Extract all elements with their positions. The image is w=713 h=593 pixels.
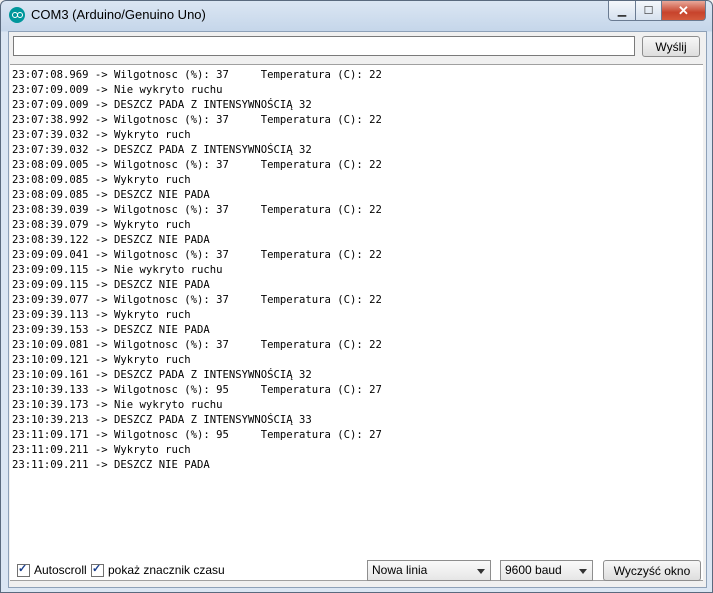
serial-line: 23:08:39.122 -> DESZCZ NIE PADA [12, 234, 210, 246]
send-button[interactable]: Wyślij [642, 36, 700, 57]
maximize-button[interactable]: ☐ [636, 1, 662, 21]
close-button[interactable]: ✕ [662, 1, 706, 21]
serial-line: 23:11:09.211 -> Wykryto ruch [12, 444, 191, 456]
send-input[interactable] [13, 36, 635, 56]
checkmark-icon [17, 562, 30, 577]
minimize-icon: ▁ [617, 5, 627, 17]
serial-line: 23:10:39.133 -> Wilgotnosc (%): 95 Tempe… [12, 384, 382, 396]
serial-line: 23:09:09.115 -> Nie wykryto ruchu [12, 264, 223, 276]
serial-line: 23:10:09.081 -> Wilgotnosc (%): 37 Tempe… [12, 339, 382, 351]
clear-output-button[interactable]: Wyczyść okno [603, 560, 701, 581]
serial-line: 23:10:09.121 -> Wykryto ruch [12, 354, 191, 366]
serial-line: 23:08:39.079 -> Wykryto ruch [12, 219, 191, 231]
baud-rate-select[interactable]: 9600 baud [500, 560, 593, 581]
serial-line: 23:10:39.173 -> Nie wykryto ruchu [12, 399, 223, 411]
minimize-button[interactable]: ▁ [608, 1, 636, 21]
chevron-down-icon [579, 569, 587, 574]
timestamp-label: pokaż znacznik czasu [108, 563, 225, 577]
serial-line: 23:10:39.213 -> DESZCZ PADA Z INTENSYWNO… [12, 414, 312, 426]
serial-line: 23:11:09.171 -> Wilgotnosc (%): 95 Tempe… [12, 429, 382, 441]
line-ending-value: Nowa linia [372, 563, 428, 577]
serial-line: 23:09:39.113 -> Wykryto ruch [12, 309, 191, 321]
close-icon: ✕ [678, 2, 689, 18]
arduino-icon [9, 7, 25, 23]
serial-line: 23:09:39.077 -> Wilgotnosc (%): 37 Tempe… [12, 294, 382, 306]
serial-line: 23:07:08.969 -> Wilgotnosc (%): 37 Tempe… [12, 69, 382, 81]
serial-line: 23:07:38.992 -> Wilgotnosc (%): 37 Tempe… [12, 114, 382, 126]
chevron-down-icon [477, 569, 485, 574]
serial-line: 23:07:09.009 -> Nie wykryto ruchu [12, 84, 223, 96]
serial-line: 23:09:39.153 -> DESZCZ NIE PADA [12, 324, 210, 336]
maximize-icon: ☐ [643, 5, 654, 17]
footer-bar: Autoscroll pokaż znacznik czasu Nowa lin… [9, 556, 706, 587]
window-controls: ▁ ☐ ✕ [608, 1, 706, 21]
baud-rate-value: 9600 baud [505, 563, 562, 577]
autoscroll-label: Autoscroll [34, 563, 87, 577]
serial-line: 23:11:09.211 -> DESZCZ NIE PADA [12, 459, 210, 471]
serial-output-lines: 23:07:08.969 -> Wilgotnosc (%): 37 Tempe… [10, 65, 703, 473]
title-bar[interactable]: COM3 (Arduino/Genuino Uno) ▁ ☐ ✕ [1, 1, 712, 31]
serial-output[interactable]: 23:07:08.969 -> Wilgotnosc (%): 37 Tempe… [10, 64, 703, 581]
timestamp-checkbox[interactable]: pokaż znacznik czasu [91, 562, 225, 577]
window-title: COM3 (Arduino/Genuino Uno) [31, 7, 206, 22]
line-ending-select[interactable]: Nowa linia [367, 560, 491, 581]
serial-line: 23:08:09.085 -> Wykryto ruch [12, 174, 191, 186]
serial-line: 23:07:09.009 -> DESZCZ PADA Z INTENSYWNO… [12, 99, 312, 111]
serial-line: 23:09:09.041 -> Wilgotnosc (%): 37 Tempe… [12, 249, 382, 261]
serial-line: 23:08:39.039 -> Wilgotnosc (%): 37 Tempe… [12, 204, 382, 216]
serial-line: 23:10:09.161 -> DESZCZ PADA Z INTENSYWNO… [12, 369, 312, 381]
autoscroll-checkbox[interactable]: Autoscroll [17, 562, 87, 577]
serial-line: 23:09:09.115 -> DESZCZ NIE PADA [12, 279, 210, 291]
serial-line: 23:07:39.032 -> DESZCZ PADA Z INTENSYWNO… [12, 144, 312, 156]
serial-monitor-window: COM3 (Arduino/Genuino Uno) ▁ ☐ ✕ Wyślij … [0, 0, 713, 593]
serial-line: 23:08:09.005 -> Wilgotnosc (%): 37 Tempe… [12, 159, 382, 171]
serial-monitor-content: Wyślij 23:07:08.969 -> Wilgotnosc (%): 3… [8, 31, 707, 588]
serial-line: 23:08:09.085 -> DESZCZ NIE PADA [12, 189, 210, 201]
serial-line: 23:07:39.032 -> Wykryto ruch [12, 129, 191, 141]
checkmark-icon [91, 562, 104, 577]
